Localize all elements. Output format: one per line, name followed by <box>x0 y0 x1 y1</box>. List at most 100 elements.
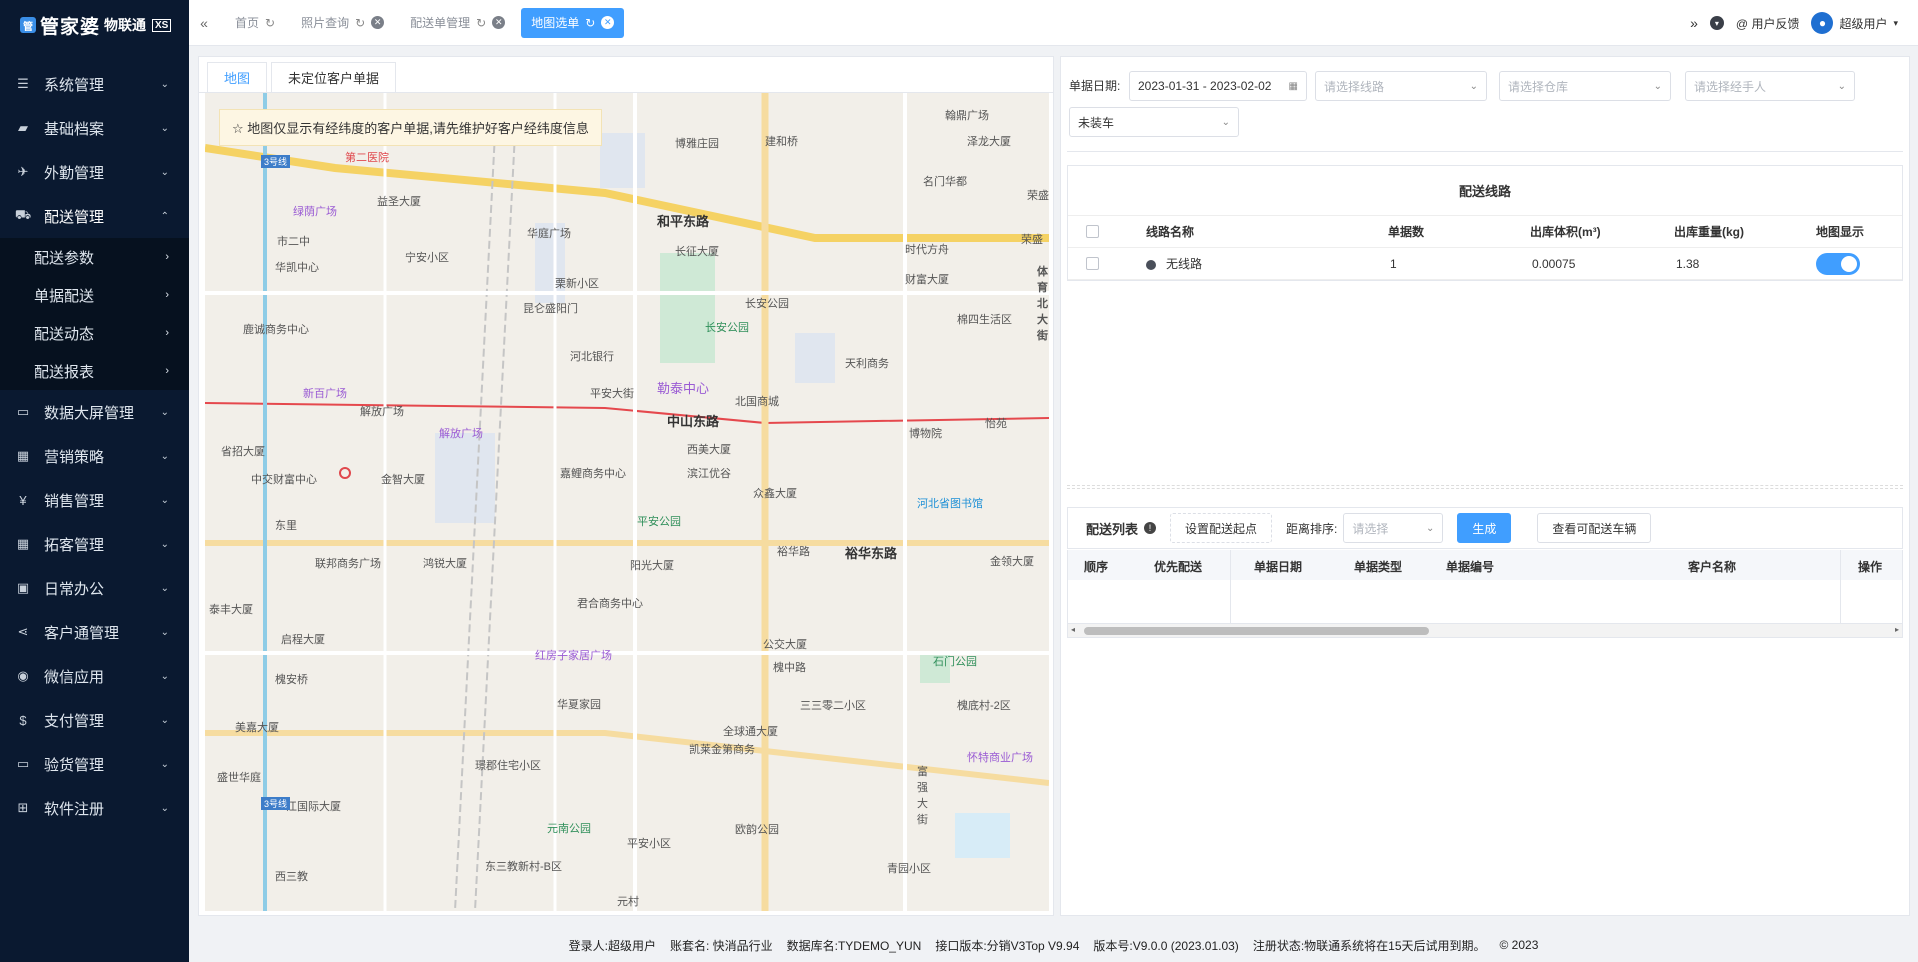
info-icon[interactable]: ! <box>1144 522 1157 534</box>
divider <box>1067 151 1903 152</box>
submenu-item-params[interactable]: 配送参数 › <box>0 238 189 276</box>
col-date: 单据日期 <box>1254 560 1303 574</box>
submenu-item-dispatch[interactable]: 单据配送 › <box>0 276 189 314</box>
feedback-link[interactable]: @ 用户反馈 <box>1736 15 1800 32</box>
map-poi: 时代方舟 <box>905 244 949 256</box>
menu-label: 外勤管理 <box>44 164 105 182</box>
menu-label: 基础档案 <box>44 120 105 138</box>
weight: 1.38 <box>1676 256 1700 271</box>
col-route-name: 线路名称 <box>1146 225 1195 239</box>
refresh-icon[interactable]: ↻ <box>265 16 275 30</box>
col-priority: 优先配送 <box>1154 560 1203 574</box>
refresh-icon[interactable]: ↻ <box>585 16 595 30</box>
grid-icon: ▦ <box>16 536 30 551</box>
tab-map-select[interactable]: 地图选单 ↻ ✕ <box>521 7 625 38</box>
tab-delivery-order[interactable]: 配送单管理 ↻ ✕ <box>400 8 515 38</box>
road-label: 和平东路 <box>657 214 710 229</box>
route-select[interactable]: 请选择线路 ⌄ <box>1315 71 1487 101</box>
menu-item-client[interactable]: ⋖ 客户通管理 ⌄ <box>0 610 189 654</box>
loading-status-select[interactable]: 未装车 ⌄ <box>1069 107 1239 137</box>
generate-button[interactable]: 生成 <box>1457 513 1512 543</box>
horizontal-scrollbar[interactable]: ◂ ▸ <box>1068 623 1902 637</box>
refresh-icon[interactable]: ↻ <box>476 16 486 30</box>
warehouse-select[interactable]: 请选择仓库 ⌄ <box>1499 71 1671 101</box>
menu-item-wechat[interactable]: ◉ 微信应用 ⌄ <box>0 654 189 698</box>
calendar-icon: ▦ <box>1288 80 1298 92</box>
map-poi: 石门公园 <box>933 656 977 668</box>
refresh-icon[interactable]: ↻ <box>355 16 365 30</box>
scroll-right-icon[interactable]: ▸ <box>1895 625 1899 634</box>
menu-item-field[interactable]: ✈ 外勤管理 ⌄ <box>0 150 189 194</box>
collapse-tabs-icon[interactable]: « <box>189 15 219 31</box>
chevron-down-icon: ⌄ <box>160 802 169 814</box>
tab-map[interactable]: 地图 <box>207 62 268 92</box>
logo-text: 管家婆 <box>40 15 101 38</box>
view-vehicles-button[interactable]: 查看可配送车辆 <box>1537 513 1652 543</box>
menu-item-archive[interactable]: ▰ 基础档案 ⌄ <box>0 106 189 150</box>
map-poi: 东里 <box>275 520 297 532</box>
menu-item-bigscreen[interactable]: ▭ 数据大屏管理 ⌄ <box>0 390 189 434</box>
chevron-down-icon: ⌄ <box>1221 116 1230 128</box>
map-canvas[interactable]: ☆ 地图仅显示有经纬度的客户单据,请先维护好客户经纬度信息 和平东路 中山东路 … <box>205 93 1049 911</box>
resize-handle[interactable] <box>1067 485 1903 489</box>
menu-item-system[interactable]: ☰ 系统管理 ⌄ <box>0 62 189 106</box>
sitemap-icon: ⊞ <box>17 800 29 815</box>
scroll-left-icon[interactable]: ◂ <box>1071 625 1075 634</box>
close-icon[interactable]: ✕ <box>492 16 506 29</box>
menu-item-register[interactable]: ⊞ 软件注册 ⌄ <box>0 786 189 830</box>
menu-item-sales[interactable]: ¥ 销售管理 ⌄ <box>0 478 189 522</box>
map-poi: 盛世华庭 <box>217 772 261 784</box>
close-icon[interactable]: ✕ <box>371 16 385 29</box>
tab-unlocated-orders[interactable]: 未定位客户单据 <box>271 62 397 92</box>
col-actions: 操作 <box>1858 560 1883 574</box>
select-all-checkbox[interactable] <box>1086 225 1099 238</box>
footer-login: 登录人:超级用户 <box>568 938 656 953</box>
date-range-value: 2023-01-31 - 2023-02-02 <box>1138 79 1272 93</box>
menu-item-marketing[interactable]: ▦ 营销策略 ⌄ <box>0 434 189 478</box>
map-poi: 东三教新村-B区 <box>485 861 562 873</box>
col-order-count: 单据数 <box>1388 225 1425 239</box>
table-row[interactable]: 无线路 1 0.00075 1.38 <box>1068 248 1902 280</box>
map-poi: 槐安桥 <box>275 674 308 686</box>
user-menu[interactable]: ● 超级用户 ▾ <box>1811 12 1898 34</box>
map-tabs: 地图 未定位客户单据 <box>199 57 1053 93</box>
date-range-input[interactable]: 2023-01-31 - 2023-02-02 ▦ <box>1129 71 1307 101</box>
menu-item-customer-acquisition[interactable]: ▦ 拓客管理 ⌄ <box>0 522 189 566</box>
map-display-toggle[interactable] <box>1816 252 1860 275</box>
menu-label: 软件注册 <box>44 800 105 818</box>
col-map-display: 地图显示 <box>1816 225 1865 239</box>
handler-select[interactable]: 请选择经手人 ⌄ <box>1685 71 1855 101</box>
submenu-item-report[interactable]: 配送报表 › <box>0 352 189 390</box>
tab-photo-query[interactable]: 照片查询 ↻ ✕ <box>291 8 394 38</box>
menu-item-inspection[interactable]: ▭ 验货管理 ⌄ <box>0 742 189 786</box>
route-name-cell: 无线路 <box>1146 255 1202 272</box>
submenu-item-status[interactable]: 配送动态 › <box>0 314 189 352</box>
map-poi: 华凯中心 <box>275 262 319 274</box>
sort-select[interactable]: 请选择 ⌄ <box>1343 513 1444 543</box>
yen-icon: ¥ <box>19 492 27 508</box>
chevron-right-icon: › <box>165 327 169 339</box>
sidebar: 管 管家婆 物联通 XS ☰ 系统管理 ⌄ ▰ 基础档案 ⌄ ✈ 外勤管理 ⌄ ⛟ 配送管理 ⌃… <box>0 0 189 962</box>
map-poi: 金智大厦 <box>381 474 425 486</box>
expand-tabs-icon[interactable]: » <box>1690 15 1698 31</box>
map-poi: 嘉鲤商务中心 <box>560 468 626 480</box>
volume: 0.00075 <box>1532 256 1576 271</box>
map-poi: 绿荫广场 <box>293 206 337 218</box>
right-panel: 单据日期: 2023-01-31 - 2023-02-02 ▦ 请选择线路 ⌄ … <box>1060 56 1910 916</box>
menu-label: 支付管理 <box>44 712 105 730</box>
tab-home[interactable]: 首页 ↻ <box>225 8 285 38</box>
map-poi: 璟郡住宅小区 <box>475 760 541 772</box>
scroll-thumb[interactable] <box>1084 627 1429 635</box>
menu-item-payment[interactable]: $ 支付管理 ⌄ <box>0 698 189 742</box>
logo-sub: 物联通 <box>104 17 147 33</box>
tabs-dropdown-icon[interactable]: ▾ <box>1709 16 1724 30</box>
map-poi: 荣盛 <box>1027 190 1049 202</box>
close-icon[interactable]: ✕ <box>601 16 615 29</box>
map-poi: 青园小区 <box>887 863 931 875</box>
menu-item-delivery[interactable]: ⛟ 配送管理 ⌃ <box>0 194 189 238</box>
menu-item-office[interactable]: ▣ 日常办公 ⌄ <box>0 566 189 610</box>
location-pin-icon[interactable] <box>339 467 351 479</box>
inbox-icon: ▭ <box>16 756 30 771</box>
set-start-button[interactable]: 设置配送起点 <box>1170 513 1273 543</box>
row-checkbox[interactable] <box>1086 257 1099 270</box>
